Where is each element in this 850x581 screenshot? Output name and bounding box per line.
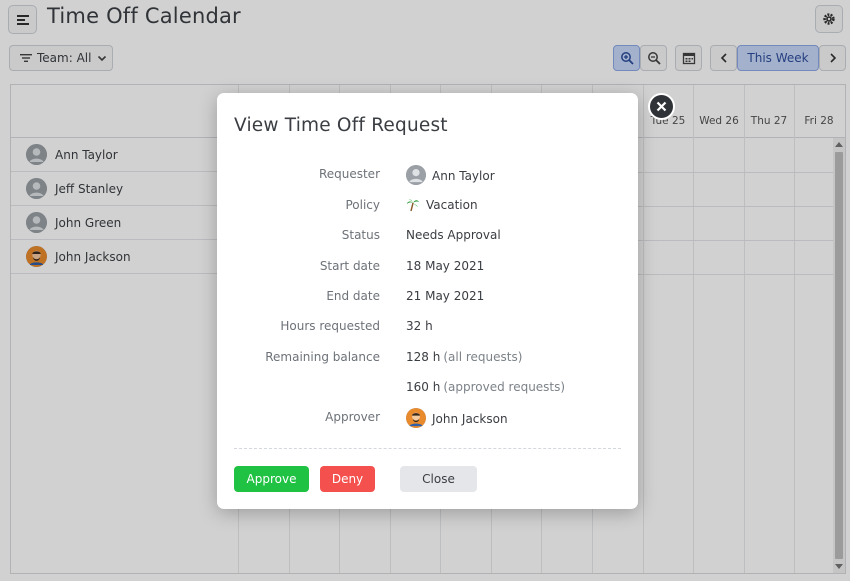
balance-approved-value: 160 h	[406, 380, 441, 394]
status-value: Needs Approval	[406, 228, 501, 242]
hours-requested-row: Hours requested 32 h	[217, 317, 638, 337]
dialog-close-button[interactable]	[648, 93, 675, 120]
end-date-label: End date	[326, 289, 380, 303]
requester-label: Requester	[318, 167, 380, 181]
close-button[interactable]: Close	[400, 466, 477, 492]
hours-requested-value: 32 h	[406, 319, 433, 333]
start-date-row: Start date 18 May 2021	[217, 257, 638, 277]
status-row: Status Needs Approval	[217, 226, 638, 246]
remaining-balance-approved-row: 160 h (approved requests)	[217, 378, 638, 398]
remaining-balance-all: 128 h (all requests)	[406, 350, 522, 364]
balance-all-note: (all requests)	[443, 350, 523, 364]
requester-row: Requester Ann Taylor	[217, 165, 638, 185]
remaining-balance-approved: 160 h (approved requests)	[406, 380, 565, 394]
dialog-title: View Time Off Request	[234, 115, 448, 136]
start-date-label: Start date	[319, 259, 380, 273]
close-icon	[656, 101, 667, 112]
end-date-value: 21 May 2021	[406, 289, 485, 303]
balance-all-value: 128 h	[406, 350, 441, 364]
status-label: Status	[341, 228, 380, 242]
requester-name: Ann Taylor	[432, 169, 495, 183]
remaining-balance-row: Remaining balance 128 h (all requests)	[217, 348, 638, 368]
start-date-value: 18 May 2021	[406, 259, 485, 273]
palm-tree-icon	[406, 198, 420, 212]
remaining-balance-label: Remaining balance	[265, 350, 380, 364]
avatar	[406, 165, 426, 185]
avatar	[406, 408, 426, 428]
end-date-row: End date 21 May 2021	[217, 287, 638, 307]
time-off-request-dialog: View Time Off Request Requester Ann Tayl…	[217, 93, 638, 509]
hours-requested-label: Hours requested	[280, 319, 380, 333]
approver-label: Approver	[325, 410, 380, 424]
balance-approved-note: (approved requests)	[443, 380, 566, 394]
approver-value: John Jackson	[406, 408, 508, 428]
dialog-divider	[234, 448, 621, 449]
user-icon	[406, 165, 426, 185]
policy-value: Vacation	[406, 198, 478, 212]
deny-button[interactable]: Deny	[320, 466, 375, 492]
approver-row: Approver John Jackson	[217, 408, 638, 428]
policy-label: Policy	[345, 198, 380, 212]
approver-name: John Jackson	[432, 412, 508, 426]
user-photo-icon	[406, 408, 426, 428]
policy-row: Policy Vacation	[217, 196, 638, 216]
policy-name: Vacation	[426, 198, 478, 212]
approve-button[interactable]: Approve	[234, 466, 309, 492]
requester-value: Ann Taylor	[406, 165, 495, 185]
